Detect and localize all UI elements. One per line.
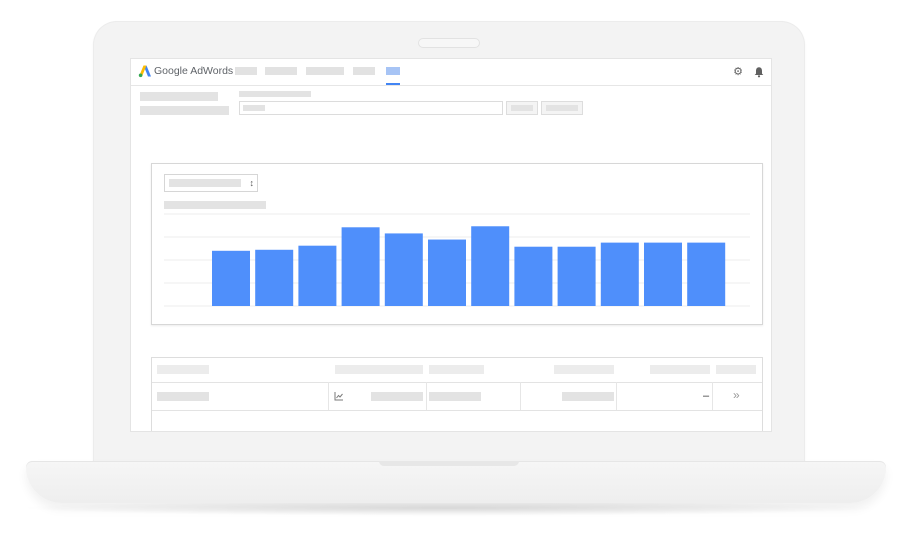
nav-tab-3[interactable] [306,67,344,75]
nav-tab-2[interactable] [265,67,297,75]
chart-bar[interactable] [428,239,466,306]
column-divider [426,382,427,410]
double-chevron-right-icon[interactable]: » [733,389,740,401]
chart-bar[interactable] [557,246,596,306]
metric-select-value [169,179,241,187]
chart-bar[interactable] [298,245,337,306]
data-table: – » [151,357,763,431]
nav-tab-active[interactable] [386,67,400,75]
performance-chart-card: ↕ [151,163,763,325]
row-cell-4 [562,392,614,401]
chart-bar[interactable] [471,226,510,306]
chart-line-icon[interactable] [334,391,344,401]
performance-bar-chart [164,213,750,307]
filter-button[interactable] [541,101,583,115]
header-col-2[interactable] [335,365,423,374]
chart-bar[interactable] [255,249,294,306]
nav-tab-4[interactable] [353,67,375,75]
chart-bars [212,226,726,306]
nav-tab-active-indicator [386,83,400,85]
gear-icon[interactable]: ⚙ [732,66,744,78]
chart-bar[interactable] [514,246,553,306]
adwords-logo-icon[interactable] [138,64,152,78]
chart-bar[interactable] [212,250,250,306]
header-col-4[interactable] [554,365,614,374]
laptop-notch [379,461,519,466]
header-col-6[interactable] [716,365,756,374]
search-label-placeholder [239,91,311,97]
row-cell-3 [429,392,481,401]
column-divider [520,382,521,410]
filter-button-label [546,105,578,111]
chart-bar[interactable] [341,227,380,306]
sort-arrows-icon: ↕ [249,178,255,188]
laptop-camera [418,38,480,48]
brand-name[interactable]: Google AdWords [154,65,233,78]
column-divider [712,382,713,410]
account-name-placeholder [140,92,218,101]
row-cell-2 [371,392,423,401]
row-cell-1 [157,392,209,401]
chart-bar[interactable] [384,233,423,306]
table-row[interactable]: – » [152,382,762,411]
laptop-base [26,461,886,503]
top-bar: Google AdWords ⚙ [131,59,771,86]
nav-tab-1[interactable] [235,67,257,75]
search-button[interactable] [506,101,538,115]
column-divider [328,382,329,410]
header-col-3[interactable] [429,365,484,374]
laptop-screen: Google AdWords ⚙ ↕ – » [131,59,771,431]
header-col-1[interactable] [157,365,209,374]
chart-bar[interactable] [600,242,639,306]
chart-label-placeholder [164,201,266,209]
chart-bar[interactable] [644,242,682,306]
search-value-placeholder [243,105,265,111]
row-dash: – [703,390,710,402]
header-col-5[interactable] [650,365,710,374]
metric-select[interactable]: ↕ [164,174,258,192]
column-divider [616,382,617,410]
account-id-placeholder [140,106,229,115]
search-input[interactable] [239,101,503,115]
bell-icon[interactable] [753,66,765,78]
table-header [152,358,762,383]
search-button-label [511,105,533,111]
chart-bar[interactable] [687,242,726,306]
